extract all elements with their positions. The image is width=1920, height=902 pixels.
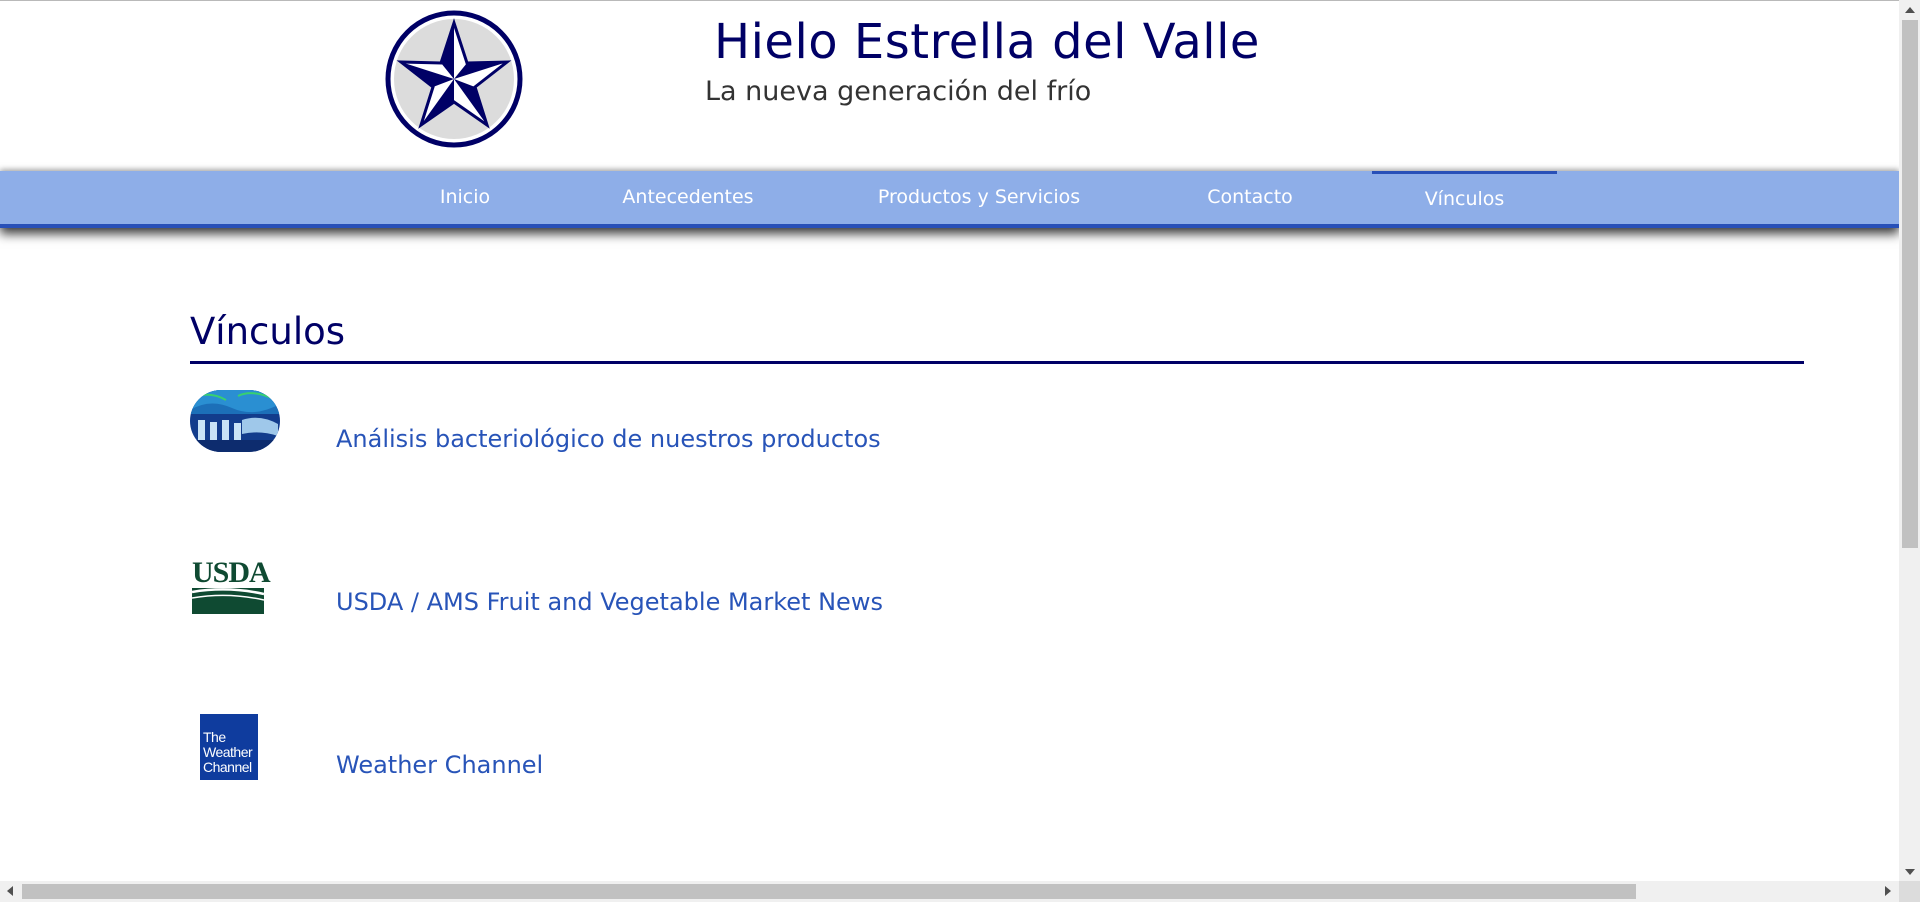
usda-logo[interactable]: USDA (190, 558, 271, 614)
section-title: Vínculos (190, 310, 346, 353)
weather-channel-logo[interactable]: The Weather Channel (200, 714, 258, 780)
site-subtitle: La nueva generación del frío (705, 76, 1092, 107)
vertical-scrollbar-thumb[interactable] (1902, 20, 1918, 548)
weather-channel-logo-line: Weather (203, 744, 253, 760)
scrollbar-corner (1899, 881, 1920, 902)
scroll-down-arrow-icon[interactable] (1905, 869, 1915, 875)
lab-analysis-thumbnail[interactable] (190, 390, 280, 452)
scroll-right-arrow-icon[interactable] (1885, 886, 1891, 896)
compass-star-logo (385, 10, 523, 148)
main-nav: Inicio Antecedentes Productos y Servicio… (0, 171, 1899, 228)
weather-channel-logo-line: Channel (203, 759, 252, 775)
usda-field-graphic (192, 588, 264, 614)
link-weather-channel[interactable]: Weather Channel (336, 751, 543, 779)
nav-item-inicio[interactable]: Inicio (420, 171, 510, 224)
top-border (0, 0, 1899, 1)
weather-channel-logo-line: The (203, 729, 226, 745)
page: Hielo Estrella del Valle La nueva genera… (0, 0, 1899, 877)
link-usda-market-news[interactable]: USDA / AMS Fruit and Vegetable Market Ne… (336, 588, 883, 616)
nav-item-productos-y-servicios[interactable]: Productos y Servicios (860, 171, 1098, 224)
nav-item-contacto[interactable]: Contacto (1180, 171, 1320, 224)
nav-item-antecedentes[interactable]: Antecedentes (598, 171, 778, 224)
scroll-up-arrow-icon[interactable] (1905, 7, 1915, 13)
section-divider (190, 361, 1804, 364)
scroll-left-arrow-icon[interactable] (7, 886, 13, 896)
link-bacteriological-analysis[interactable]: Análisis bacteriológico de nuestros prod… (336, 425, 881, 453)
site-title: Hielo Estrella del Valle (714, 14, 1260, 70)
nav-item-vinculos[interactable]: Vínculos (1372, 171, 1557, 227)
horizontal-scrollbar-thumb[interactable] (22, 884, 1636, 899)
usda-logo-text: USDA (192, 556, 271, 589)
